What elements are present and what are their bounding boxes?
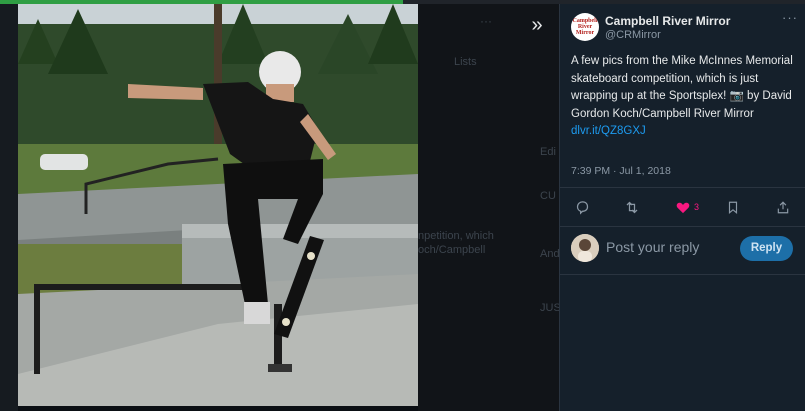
author-avatar[interactable]: Campbell River Mirror xyxy=(571,13,599,41)
background-left-column xyxy=(0,4,18,411)
like-button[interactable]: 3 xyxy=(675,196,699,218)
retweet-icon xyxy=(626,201,638,213)
user-avatar-image xyxy=(571,234,599,262)
heart-icon xyxy=(676,202,690,213)
retweet-button[interactable] xyxy=(624,196,640,218)
tweet-timestamp[interactable]: 7:39 PM · Jul 1, 2018 xyxy=(571,165,671,177)
background-snippet: Edi xyxy=(540,146,556,158)
tweet-link[interactable]: dlvr.it/QZ8GXJ xyxy=(571,125,646,137)
divider xyxy=(560,274,805,275)
author-name[interactable]: Campbell River Mirror xyxy=(605,14,730,28)
reply-button[interactable] xyxy=(575,196,590,218)
expand-panel-button[interactable]: » xyxy=(525,14,549,38)
double-chevron-right-icon: » xyxy=(531,14,543,36)
background-snippet: och/Campbell xyxy=(418,244,486,256)
reply-input[interactable]: Post your reply xyxy=(606,239,699,255)
tweet-body: A few pics from the Mike McInnes Memoria… xyxy=(571,55,793,120)
background-snippet: And xyxy=(540,248,560,260)
divider xyxy=(560,187,805,188)
background-snippet: JUS xyxy=(540,302,561,314)
divider xyxy=(560,226,805,227)
background-snippet: CU xyxy=(540,190,556,202)
skateboard-photo-illustration xyxy=(18,4,418,406)
background-snippet: npetition, which xyxy=(418,230,494,242)
tweet-text: A few pics from the Mike McInnes Memoria… xyxy=(571,53,799,141)
avatar-logo-text: Campbell River Mirror xyxy=(572,18,598,36)
like-count: 3 xyxy=(694,202,700,212)
tweet-actions: 3 xyxy=(560,196,805,218)
tweet-photo[interactable] xyxy=(18,4,418,406)
share-icon xyxy=(777,200,789,213)
background-timeline: ··· Lists npetition, which och/Campbell … xyxy=(418,4,561,411)
bookmark-icon xyxy=(728,201,738,214)
reply-composer: Post your reply Reply xyxy=(560,230,805,270)
tweet-side-panel: Campbell River Mirror Campbell River Mir… xyxy=(559,4,805,411)
share-button[interactable] xyxy=(776,196,790,218)
author-handle[interactable]: @CRMirror xyxy=(605,29,661,41)
background-snippet: Lists xyxy=(454,56,477,68)
reply-submit-button[interactable]: Reply xyxy=(740,236,793,261)
reply-icon xyxy=(576,200,589,215)
more-icon[interactable]: ··· xyxy=(782,10,798,25)
bookmark-button[interactable] xyxy=(726,196,740,218)
background-more-icon: ··· xyxy=(480,14,492,28)
user-avatar[interactable] xyxy=(571,234,599,262)
